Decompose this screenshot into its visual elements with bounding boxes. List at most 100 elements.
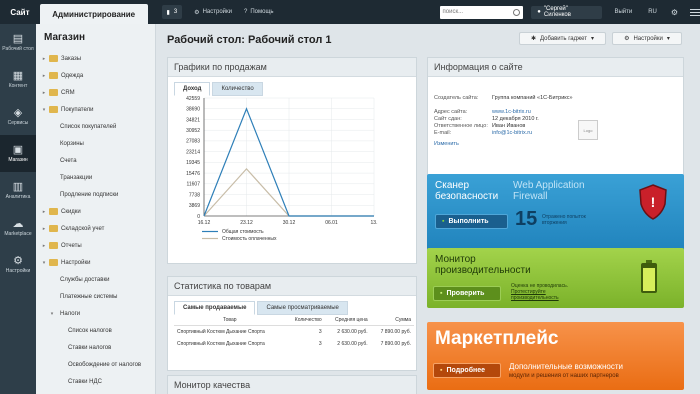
run-scan-label: Выполнить xyxy=(448,218,489,225)
stats-panel-title[interactable]: Статистика по товарам xyxy=(168,277,416,296)
add-gadget-button[interactable]: ✱ Добавить гаджет ▾ xyxy=(519,32,606,45)
tree-item-label: Транзакции xyxy=(60,174,93,181)
edit-site-info-link[interactable]: Изменить xyxy=(434,141,459,147)
menu-icon[interactable] xyxy=(690,8,700,16)
tree-item[interactable]: ▸ Заказы xyxy=(36,50,155,67)
tree-item-label: Складской учет xyxy=(61,225,105,232)
menu-settings[interactable]: ⚙ Настройки xyxy=(0,246,36,283)
tree-item[interactable]: Ставки налогов xyxy=(36,339,155,356)
menu-content[interactable]: ▦ Контент xyxy=(0,61,36,98)
folder-icon xyxy=(49,72,58,79)
folder-icon xyxy=(49,259,58,266)
add-gadget-label: Добавить гаджет xyxy=(540,35,587,42)
folder-icon xyxy=(49,106,58,113)
expand-arrow-icon[interactable]: ▾ xyxy=(48,311,56,317)
admin-tab[interactable]: Администрирование xyxy=(39,4,148,24)
monitor-title: Монитор производительности xyxy=(435,254,531,276)
tree-item[interactable]: Ставки НДС xyxy=(36,373,155,390)
quality-panel-title[interactable]: Монитор качества xyxy=(168,376,416,394)
email-link[interactable]: info@1c-bitrix.ru xyxy=(492,130,532,137)
x-tick-label: 13. xyxy=(371,220,378,226)
notifications-button[interactable]: ▮ 3 xyxy=(161,5,183,19)
folder-icon xyxy=(49,225,58,232)
tab-most-viewed[interactable]: Самые просматриваемые xyxy=(257,301,348,315)
tree-item-label: Налоги xyxy=(60,310,81,317)
tree-item[interactable]: Освобождение от налогов xyxy=(36,356,155,373)
chevron-down-icon: ▾ xyxy=(591,36,595,42)
performance-monitor-card: Монитор производительности ▪ Проверить О… xyxy=(427,248,684,308)
tree-item[interactable]: Список покупателей xyxy=(36,118,155,135)
site-info-title[interactable]: Информация о сайте xyxy=(428,58,683,77)
tree-item[interactable]: ▾ Настройки xyxy=(36,254,155,271)
expand-arrow-icon[interactable]: ▸ xyxy=(40,90,48,96)
menu-marketplace[interactable]: ☁ Marketplace xyxy=(0,209,36,246)
tree-item-label: Заказы xyxy=(61,55,82,62)
main-area: Рабочий стол: Рабочий стол 1 ✱ Добавить … xyxy=(157,24,700,394)
expand-arrow-icon[interactable]: ▾ xyxy=(40,260,48,266)
marketplace-card: Маркетплейс ▪ Подробнее Дополнительные в… xyxy=(427,322,684,390)
x-tick-label: 23.12 xyxy=(240,220,253,226)
tree-item[interactable]: Транзакции xyxy=(36,169,155,186)
tree-item[interactable]: ▸ Скидки xyxy=(36,203,155,220)
site-tab[interactable]: Сайт xyxy=(0,0,40,24)
search-input[interactable]: поиск... xyxy=(439,5,524,19)
tree-item-label: Освобождение от налогов xyxy=(68,361,142,368)
analytics-icon: ▥ xyxy=(12,181,24,193)
menu-shop[interactable]: ▣ Магазин xyxy=(0,135,36,172)
tree-item[interactable]: Счета xyxy=(36,152,155,169)
tree-item[interactable]: Список налогов xyxy=(36,322,155,339)
sales-panel-title[interactable]: Графики по продажам xyxy=(168,58,416,77)
expand-arrow-icon[interactable]: ▸ xyxy=(40,243,48,249)
menu-analytics[interactable]: ▥ Аналитика xyxy=(0,172,36,209)
tree-item[interactable]: Платежные системы xyxy=(36,288,155,305)
y-tick-label: 7738 xyxy=(189,192,200,198)
test-performance-link[interactable]: Протестируйте производительность xyxy=(511,289,591,301)
notifications-count: 3 xyxy=(173,9,178,15)
site-address-link[interactable]: www.1c-bitrix.ru xyxy=(492,109,531,116)
tree-item[interactable]: ▸ CRM xyxy=(36,84,155,101)
info-row-owner: Создатель сайта: Группа компаний «1С-Бит… xyxy=(434,95,573,102)
expand-arrow-icon[interactable]: ▸ xyxy=(40,209,48,215)
tree-item[interactable]: Продление подписки xyxy=(36,186,155,203)
language-select[interactable]: RU xyxy=(648,9,657,15)
menu-settings-label: Настройки xyxy=(5,268,31,274)
expand-arrow-icon[interactable]: ▸ xyxy=(40,73,48,79)
marketplace-line2: модули и решения от наших партнеров xyxy=(509,373,619,379)
panel-settings-icon[interactable]: ⚙ xyxy=(671,8,678,17)
expand-arrow-icon[interactable]: ▸ xyxy=(40,56,48,62)
tree-item[interactable]: ▸ Складской учет xyxy=(36,220,155,237)
help-link[interactable]: ? Помощь xyxy=(244,9,274,15)
tree-item-label: Ставки НДС xyxy=(68,378,102,385)
y-tick-label: 30952 xyxy=(186,128,200,134)
run-scan-button[interactable]: ▪ Выполнить xyxy=(435,214,508,229)
page-title: Рабочий стол: Рабочий стол 1 xyxy=(167,34,332,46)
tree-item[interactable]: Службы доставки xyxy=(36,271,155,288)
tree-item[interactable]: ▸ Отчеты xyxy=(36,237,155,254)
marketplace-line1: Дополнительные возможности xyxy=(509,362,623,371)
expand-arrow-icon[interactable]: ▾ xyxy=(40,107,48,113)
user-menu[interactable]: ● "Сергей" Силенков xyxy=(531,5,603,19)
logout-link[interactable]: Выйти xyxy=(614,9,632,15)
tree-item[interactable]: Типы плательщиков xyxy=(36,390,155,394)
menu-desktop[interactable]: ▤ Рабочий стол xyxy=(0,24,36,61)
check-performance-button[interactable]: ▪ Проверить xyxy=(433,286,501,301)
top-settings-link[interactable]: ⚙ Настройки xyxy=(194,9,232,16)
marketplace-more-button[interactable]: ▪ Подробнее xyxy=(433,363,501,378)
site-info-details: Создатель сайта: Группа компаний «1С-Бит… xyxy=(434,95,573,147)
info-value: Иван Иванов xyxy=(492,123,526,129)
x-tick-label: 16.12 xyxy=(198,220,211,226)
monitor-note: Оценка не проводилась. Протестируйте про… xyxy=(511,283,591,301)
info-row-person: Ответственное лицо: Иван Иванов xyxy=(434,123,573,130)
desktop-settings-button[interactable]: ⚙ Настройки ▾ xyxy=(612,32,682,45)
tab-best-selling[interactable]: Самые продаваемые xyxy=(174,301,256,315)
search-icon[interactable] xyxy=(513,8,521,16)
expand-arrow-icon[interactable]: ▸ xyxy=(40,226,48,232)
cell-product: Спортивный Костюм Дыхание Спорта xyxy=(177,329,265,335)
tree-item[interactable]: ▸ Одежда xyxy=(36,67,155,84)
tree-item-label: Платежные системы xyxy=(60,293,118,300)
shield-icon: ! xyxy=(639,184,667,220)
tree-item[interactable]: ▾ Налоги xyxy=(36,305,155,322)
menu-services[interactable]: ◈ Сервисы xyxy=(0,98,36,135)
tree-item[interactable]: Корзины xyxy=(36,135,155,152)
tree-item[interactable]: ▾ Покупатели xyxy=(36,101,155,118)
